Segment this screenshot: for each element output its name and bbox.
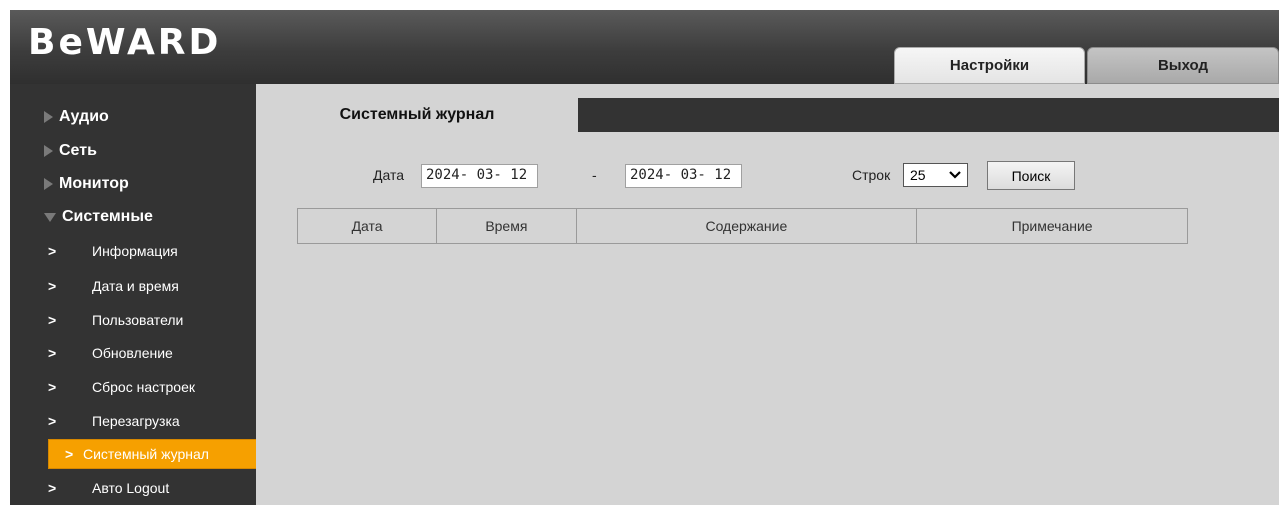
sidebar-item-system-log[interactable]: > Системный журнал bbox=[48, 439, 264, 469]
chevron-right-icon: > bbox=[48, 379, 57, 395]
header: BeWARD Настройки Выход bbox=[10, 10, 1279, 84]
expand-arrow-icon bbox=[44, 178, 53, 190]
date-separator: - bbox=[592, 167, 597, 183]
rows-label: Строк bbox=[852, 167, 891, 183]
beward-logo: BeWARD bbox=[28, 22, 222, 63]
column-header-content[interactable]: Содержание bbox=[575, 208, 918, 244]
chevron-right-icon: > bbox=[48, 413, 57, 429]
chevron-right-icon: > bbox=[48, 278, 57, 294]
sidebar-group-label: Монитор bbox=[59, 175, 129, 192]
collapse-arrow-icon bbox=[44, 212, 56, 222]
sidebar-group-label: Системные bbox=[62, 208, 153, 225]
sidebar-item-auto-logout[interactable]: > Авто Logout bbox=[48, 473, 169, 503]
chevron-right-icon: > bbox=[65, 446, 74, 462]
table-header-row: Дата Время Содержание Примечание bbox=[296, 208, 1188, 244]
sidebar-group-monitor[interactable]: Монитор bbox=[44, 169, 129, 199]
chevron-right-icon: > bbox=[48, 480, 57, 496]
sidebar-item-update[interactable]: > Обновление bbox=[48, 338, 173, 368]
sidebar-item-date-time[interactable]: > Дата и время bbox=[48, 271, 179, 301]
sidebar-item-factory-reset[interactable]: > Сброс настроек bbox=[48, 372, 195, 402]
sidebar-item-information[interactable]: > Информация bbox=[48, 236, 178, 266]
sidebar-group-system[interactable]: Системные bbox=[44, 202, 153, 232]
chevron-down-icon bbox=[949, 171, 961, 179]
column-header-note[interactable]: Примечание bbox=[916, 208, 1188, 244]
main-panel: Системный журнал Дата 2024- 03- 12 - 202… bbox=[256, 84, 1279, 505]
rows-per-page-select[interactable]: 25 bbox=[903, 163, 968, 187]
log-table: Дата Время Содержание Примечание bbox=[296, 208, 1188, 244]
date-label: Дата bbox=[373, 167, 405, 183]
date-to-input[interactable]: 2024- 03- 12 bbox=[625, 164, 742, 188]
tab-logout[interactable]: Выход bbox=[1087, 47, 1279, 84]
column-header-date[interactable]: Дата bbox=[296, 208, 438, 244]
page-title: Системный журнал bbox=[256, 98, 578, 132]
rows-per-page-value: 25 bbox=[910, 167, 926, 183]
chevron-right-icon: > bbox=[48, 345, 57, 361]
search-button[interactable]: Поиск bbox=[987, 161, 1075, 190]
sidebar-group-label: Сеть bbox=[59, 142, 97, 159]
tab-settings[interactable]: Настройки bbox=[894, 47, 1085, 84]
chevron-right-icon: > bbox=[48, 243, 57, 259]
sidebar-group-audio[interactable]: Аудио bbox=[44, 102, 109, 132]
chevron-right-icon: > bbox=[48, 312, 57, 328]
sidebar-group-network[interactable]: Сеть bbox=[44, 136, 97, 166]
date-from-input[interactable]: 2024- 03- 12 bbox=[421, 164, 538, 188]
column-header-time[interactable]: Время bbox=[436, 208, 577, 244]
sidebar-item-users[interactable]: > Пользователи bbox=[48, 305, 183, 335]
expand-arrow-icon bbox=[44, 145, 53, 157]
expand-arrow-icon bbox=[44, 111, 53, 123]
sidebar-item-reboot[interactable]: > Перезагрузка bbox=[48, 406, 180, 436]
sidebar: Аудио Сеть Монитор Системные > Информаци… bbox=[10, 84, 264, 505]
sidebar-group-label: Аудио bbox=[59, 108, 109, 125]
